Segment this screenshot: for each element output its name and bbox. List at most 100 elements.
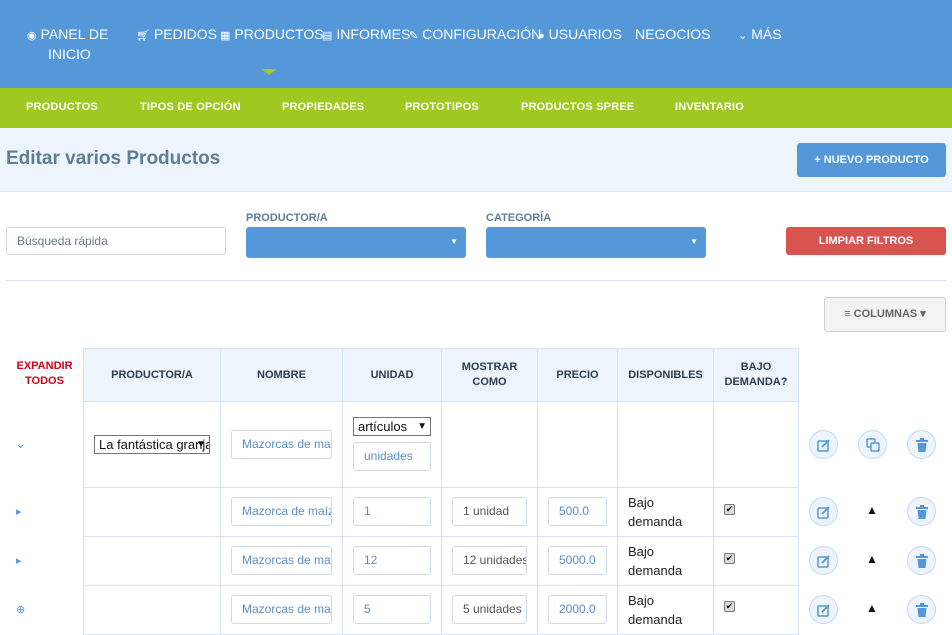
producer-filter-label: PRODUCTOR/A <box>246 212 328 224</box>
variant-price-input[interactable]: 500.0 <box>548 497 607 526</box>
trash-icon <box>915 553 928 568</box>
subnav-option-types[interactable]: TIPOS DE OPCIÓN <box>140 101 241 113</box>
table-cell <box>83 536 221 586</box>
collapse-chevron-icon[interactable]: ⌄ <box>15 436 26 452</box>
variant-price-input[interactable]: 5000.0 <box>548 546 607 575</box>
caret-right-icon[interactable]: ▸ <box>16 505 22 518</box>
subnav-inventory[interactable]: INVENTARIO <box>675 101 744 113</box>
variant-display-as-input[interactable]: 1 unidad <box>452 497 527 526</box>
product-name-input[interactable]: Mazorcas de maíz <box>231 430 332 459</box>
table-cell <box>537 402 618 488</box>
plus-icon: + <box>814 154 824 166</box>
variant-display-as-input[interactable]: 12 unidades <box>452 546 527 575</box>
unit-name-input[interactable]: unidades <box>353 442 431 471</box>
delete-button[interactable] <box>907 497 936 526</box>
edit-icon <box>816 505 830 519</box>
warning-icon: ▲ <box>866 503 878 517</box>
nav-configuration[interactable]: ✎ CONFIGURACIÓN <box>409 24 541 46</box>
nav-orders[interactable]: 🛒︎ PEDIDOS <box>136 24 217 46</box>
edit-icon <box>816 603 830 617</box>
producer-select[interactable]: La fantástica granja ▼ <box>94 435 210 454</box>
warning-icon: ▲ <box>866 601 878 615</box>
caret-down-icon: ▼ <box>417 421 427 432</box>
menu-icon: ≡ <box>844 308 854 320</box>
edit-button[interactable] <box>809 497 838 526</box>
caret-right-icon[interactable]: ▸ <box>16 554 22 567</box>
nav-products[interactable]: ▦ PRODUCTOS <box>220 24 324 46</box>
column-header-producer: PRODUCTOR/A <box>83 348 221 402</box>
column-header-unit: UNIDAD <box>342 348 442 402</box>
sub-navbar: PRODUCTOS TIPOS DE OPCIÓN PROPIEDADES PR… <box>0 88 952 134</box>
nav-dashboard[interactable]: ◉ PANEL DE <box>27 24 108 46</box>
expand-all-toggle[interactable]: EXPANDIR TODOS <box>6 359 83 389</box>
table-cell <box>617 402 714 488</box>
trash-icon <box>915 504 928 519</box>
on-demand-checkbox[interactable]: ✔ <box>724 601 735 612</box>
variant-unit-input[interactable]: 1 <box>353 497 431 526</box>
variant-price-input[interactable]: 2000.0 <box>548 595 607 624</box>
grid-icon: ▦ <box>220 30 231 42</box>
variant-unit-input[interactable]: 5 <box>353 595 431 624</box>
subnav-properties[interactable]: PROPIEDADES <box>282 101 364 113</box>
dashboard-icon: ◉ <box>27 30 37 42</box>
trash-icon <box>915 437 928 452</box>
divider <box>6 280 946 281</box>
quick-search-input[interactable]: Búsqueda rápida <box>6 227 226 255</box>
on-demand-checkbox[interactable]: ✔ <box>724 504 735 515</box>
edit-button[interactable] <box>809 595 838 624</box>
wrench-icon: ✎ <box>409 30 419 42</box>
nav-enterprises[interactable]: NEGOCIOS <box>635 24 710 44</box>
clone-button[interactable] <box>858 430 887 459</box>
subnav-products[interactable]: PRODUCTOS <box>26 101 98 113</box>
caret-down-icon: ▼ <box>196 439 206 450</box>
variant-unit-input[interactable]: 12 <box>353 546 431 575</box>
category-filter-select[interactable]: ▼ <box>486 227 706 258</box>
column-header-price: PRECIO <box>537 348 618 402</box>
nav-users[interactable]: ● USUARIOS <box>538 24 622 46</box>
category-filter-label: CATEGORÍA <box>486 212 552 224</box>
clear-filters-button[interactable]: LIMPIAR FILTROS <box>786 227 946 255</box>
variant-name-input[interactable]: Mazorcas de maíz <box>231 546 332 575</box>
delete-button[interactable] <box>907 430 936 459</box>
subnav-spree-products[interactable]: PRODUCTOS SPREE <box>521 101 634 113</box>
file-icon: ▤ <box>322 30 333 42</box>
column-header-display-as: MOSTRAR COMO <box>441 348 538 402</box>
variant-display-as-input[interactable]: 5 unidades <box>452 595 527 624</box>
nav-more[interactable]: ⌄ MÁS <box>738 24 782 46</box>
warning-icon: ▲ <box>866 552 878 566</box>
edit-icon <box>816 554 830 568</box>
caret-down-icon: ▼ <box>690 237 698 246</box>
unit-type-select[interactable]: artículos ▼ <box>353 417 431 436</box>
active-tab-pointer <box>261 69 277 75</box>
column-header-on-demand: BAJO DEMANDA? <box>713 348 799 402</box>
on-demand-checkbox[interactable]: ✔ <box>724 553 735 564</box>
edit-button[interactable] <box>809 546 838 575</box>
table-cell <box>83 487 221 537</box>
user-icon: ● <box>538 30 545 42</box>
variant-name-input[interactable]: Mazorca de maíz <box>231 497 332 526</box>
chevron-down-icon: ⌄ <box>738 30 748 42</box>
table-cell <box>83 585 221 635</box>
trash-icon <box>915 602 928 617</box>
columns-button[interactable]: ≡ COLUMNAS ▾ <box>824 297 946 332</box>
variant-available: Bajo demanda <box>628 544 683 578</box>
caret-down-icon: ▾ <box>917 308 926 320</box>
producer-filter-select[interactable]: ▼ <box>246 227 466 258</box>
column-header-available: DISPONIBLES <box>617 348 714 402</box>
cart-icon: 🛒︎ <box>136 30 150 42</box>
plus-circle-icon[interactable]: ⊕ <box>16 603 25 616</box>
subnav-prototypes[interactable]: PROTOTIPOS <box>405 101 479 113</box>
new-product-button[interactable]: + NUEVO PRODUCTO <box>797 143 946 177</box>
table-cell <box>441 402 538 488</box>
variant-name-input[interactable]: Mazorcas de maíz <box>231 595 332 624</box>
delete-button[interactable] <box>907 595 936 624</box>
variant-available: Bajo demanda <box>628 593 683 627</box>
page-title: Editar varios Productos <box>6 148 221 169</box>
delete-button[interactable] <box>907 546 936 575</box>
caret-down-icon: ▼ <box>450 237 458 246</box>
table-cell <box>713 402 799 488</box>
edit-icon <box>816 438 830 452</box>
nav-dashboard-line2[interactable]: INICIO <box>48 44 91 64</box>
nav-reports[interactable]: ▤ INFORMES <box>322 24 410 46</box>
edit-button[interactable] <box>809 430 838 459</box>
